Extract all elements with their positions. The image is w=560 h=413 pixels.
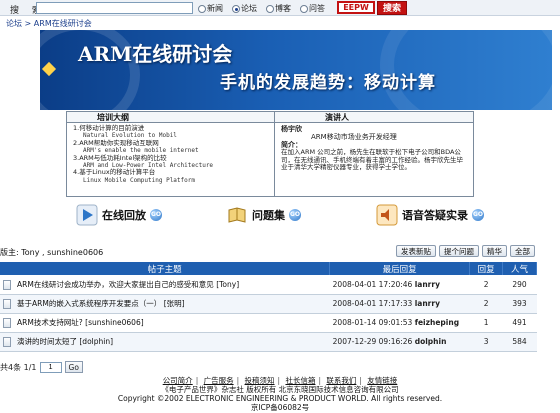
col-replies: 回复 — [469, 262, 504, 275]
footer-links: 公司简介 | 广告服务 | 投稿须知 | 社长信箱 | 联系我们 | 友情链接 — [162, 376, 398, 385]
search-input[interactable] — [36, 2, 193, 14]
last-reply-time: 2008-04-01 17:17:33 — [332, 299, 413, 308]
topic-icon — [3, 318, 11, 328]
table-header-row: 帖子主题 最后回复 回复 人气 — [0, 262, 537, 275]
view-count: 491 — [502, 313, 537, 333]
speaker-panel: 演讲人 杨宇欣 ARM移动市场业务开发经理 简介： 在加入ARM 公司之前，杨先… — [275, 112, 473, 196]
questions-link[interactable]: 问题集 GO — [226, 201, 301, 229]
ask-question-button[interactable]: 提个问题 — [439, 245, 479, 257]
speaker-details: 杨宇欣 ARM移动市场业务开发经理 简介： 在加入ARM 公司之前，杨先生在联软… — [275, 123, 473, 174]
radio-dot-icon[interactable] — [266, 4, 274, 13]
outline-heading: 培训大纲 — [67, 112, 274, 123]
voice-qa-link[interactable]: 语音答疑实录 GO — [376, 201, 484, 229]
last-reply-user[interactable]: feizheping — [415, 318, 459, 327]
outline-item-en: Linux Mobile Computing Platform — [83, 176, 195, 184]
book-icon — [226, 204, 248, 226]
col-last-reply: 最后回复 — [329, 262, 471, 275]
radio-dot-icon[interactable] — [300, 4, 308, 13]
footer-link-ads[interactable]: 广告服务 — [204, 376, 234, 385]
footer: 公司简介 | 广告服务 | 投稿须知 | 社长信箱 | 联系我们 | 友情链接 《电子产品… — [0, 376, 560, 412]
reply-count: 2 — [469, 275, 503, 295]
footer-link-contact[interactable]: 联系我们 — [326, 376, 356, 385]
new-post-button[interactable]: 发表新贴 — [396, 245, 436, 257]
search-button[interactable]: 搜索 — [377, 1, 407, 15]
speaker-name: 杨宇欣 — [281, 125, 302, 133]
replay-link[interactable]: 在线回放 GO — [76, 201, 162, 229]
speaker-icon — [376, 204, 398, 226]
eepw-logo: EEPW — [337, 1, 375, 14]
last-reply-user[interactable]: lanrry — [415, 299, 440, 308]
page-number-input[interactable] — [39, 361, 62, 373]
radio-dot-icon[interactable] — [198, 4, 206, 13]
all-button[interactable]: 全部 — [510, 245, 535, 257]
outline-panel: 培训大纲 1.何移动计算的目前演进 Natural Evolution to M… — [67, 112, 275, 196]
outline-item: 2.ARM帮助你实现移动互联网 — [73, 138, 159, 147]
reply-count: 1 — [469, 313, 503, 333]
speaker-intro: 在加入ARM 公司之前，杨先生在联软于松下电子公司和BDA公司，在无线通讯、手机… — [281, 148, 463, 172]
topic-link[interactable]: 基于ARM的嵌入式系统程序开发要点（一） [张明] — [17, 299, 185, 308]
topic-icon — [3, 279, 11, 290]
footer-link-submit[interactable]: 投稿须知 — [245, 376, 275, 385]
pager-go-button[interactable]: Go — [64, 361, 83, 373]
table-row[interactable]: 演讲的时间太短了 [dolphin] 2007-12-29 09:16:26 d… — [0, 332, 537, 352]
last-reply-time: 2007-12-29 09:16:26 — [332, 337, 413, 346]
last-reply-user[interactable]: dolphin — [415, 337, 447, 346]
last-reply-time: 2008-01-14 09:01:53 — [332, 318, 413, 327]
view-count: 290 — [502, 275, 537, 295]
table-row[interactable]: ARM技术支持网址? [sunshine0606] 2008-01-14 09:… — [0, 313, 537, 333]
radio-dot-icon[interactable] — [232, 4, 240, 13]
view-count: 393 — [502, 294, 537, 314]
table-row[interactable]: ARM在线研讨会成功举办，欢迎大家提出自己的感受和意见 [Tony] 2008-… — [0, 275, 537, 295]
play-icon — [76, 204, 98, 226]
footer-link-about[interactable]: 公司简介 — [163, 376, 193, 385]
radio-forum[interactable]: 论坛 — [232, 3, 257, 14]
reply-count: 2 — [469, 294, 503, 314]
breadcrumb: 论坛 > ARM在线研讨会 — [6, 19, 92, 28]
radio-qa[interactable]: 问答 — [300, 3, 325, 14]
banner-subtitle: 手机的发展趋势：移动计算 — [220, 73, 436, 93]
search-bar: 搜 索: 新闻 论坛 博客 问答 EEPW 搜索 — [0, 0, 560, 16]
col-topic: 帖子主题 — [0, 262, 331, 275]
outline-item: 1.何移动计算的目前演进 — [73, 124, 145, 132]
topic-link[interactable]: 演讲的时间太短了 [dolphin] — [17, 337, 113, 346]
topic-link[interactable]: ARM在线研讨会成功举办，欢迎大家提出自己的感受和意见 [Tony] — [17, 280, 239, 289]
topic-icon — [3, 337, 11, 347]
moderators: 版主: Tony , sunshine0606 — [0, 248, 104, 257]
outline-list: 1.何移动计算的目前演进 Natural Evolution to Mobil … — [67, 123, 274, 186]
radio-blog[interactable]: 博客 — [266, 3, 291, 14]
last-reply-user[interactable]: lanrry — [415, 280, 440, 289]
footer-link-mailbox[interactable]: 社长信箱 — [285, 376, 315, 385]
banner-title: ARM在线研讨会 — [78, 42, 233, 66]
go-icon[interactable]: GO — [289, 209, 301, 221]
speaker-heading: 演讲人 — [275, 112, 473, 123]
view-count: 584 — [502, 332, 537, 352]
radio-news[interactable]: 新闻 — [198, 3, 223, 14]
pager-summary: 共4条 1/1 — [0, 362, 37, 372]
action-row: 在线回放 GO 问题集 GO 语音答疑实录 GO — [66, 201, 496, 229]
footer-copyright: Copyright ©2002 ELECTRONIC ENGINEERING &… — [117, 394, 443, 403]
banner: ARM在线研讨会 手机的发展趋势：移动计算 — [40, 30, 552, 110]
col-views: 人气 — [502, 262, 537, 275]
footer-icp: 京ICP备06082号 — [250, 403, 310, 412]
outline-item: 3.ARM与低功耗Intel架构的比较 — [73, 153, 167, 162]
topic-link[interactable]: ARM技术支持网址? [sunshine0606] — [17, 318, 144, 327]
pager: 共4条 1/1 Go — [0, 361, 83, 373]
outline-item: 4.基于Linux的移动计算平台 — [73, 168, 156, 177]
topic-buttons: 发表新贴 提个问题 精华 全部 — [396, 245, 535, 257]
go-icon[interactable]: GO — [150, 209, 162, 221]
topic-icon — [3, 299, 11, 309]
last-reply-time: 2008-04-01 17:20:46 — [332, 279, 413, 289]
footer-publisher: 《电子产品世界》杂志社 版权所有 北京东晓国际技术信息咨询有限公司 — [161, 385, 399, 394]
topic-table: 帖子主题 最后回复 回复 人气 ARM在线研讨会成功举办，欢迎大家提出自己的感受… — [0, 262, 537, 352]
featured-button[interactable]: 精华 — [482, 245, 507, 257]
speaker-role: ARM移动市场业务开发经理 — [311, 133, 397, 141]
table-row[interactable]: 基于ARM的嵌入式系统程序开发要点（一） [张明] 2008-04-01 17:… — [0, 294, 537, 314]
seminar-info: 培训大纲 1.何移动计算的目前演进 Natural Evolution to M… — [66, 111, 474, 197]
footer-link-friends[interactable]: 友情链接 — [367, 376, 397, 385]
go-icon[interactable]: GO — [472, 209, 484, 221]
reply-count: 3 — [469, 332, 503, 352]
